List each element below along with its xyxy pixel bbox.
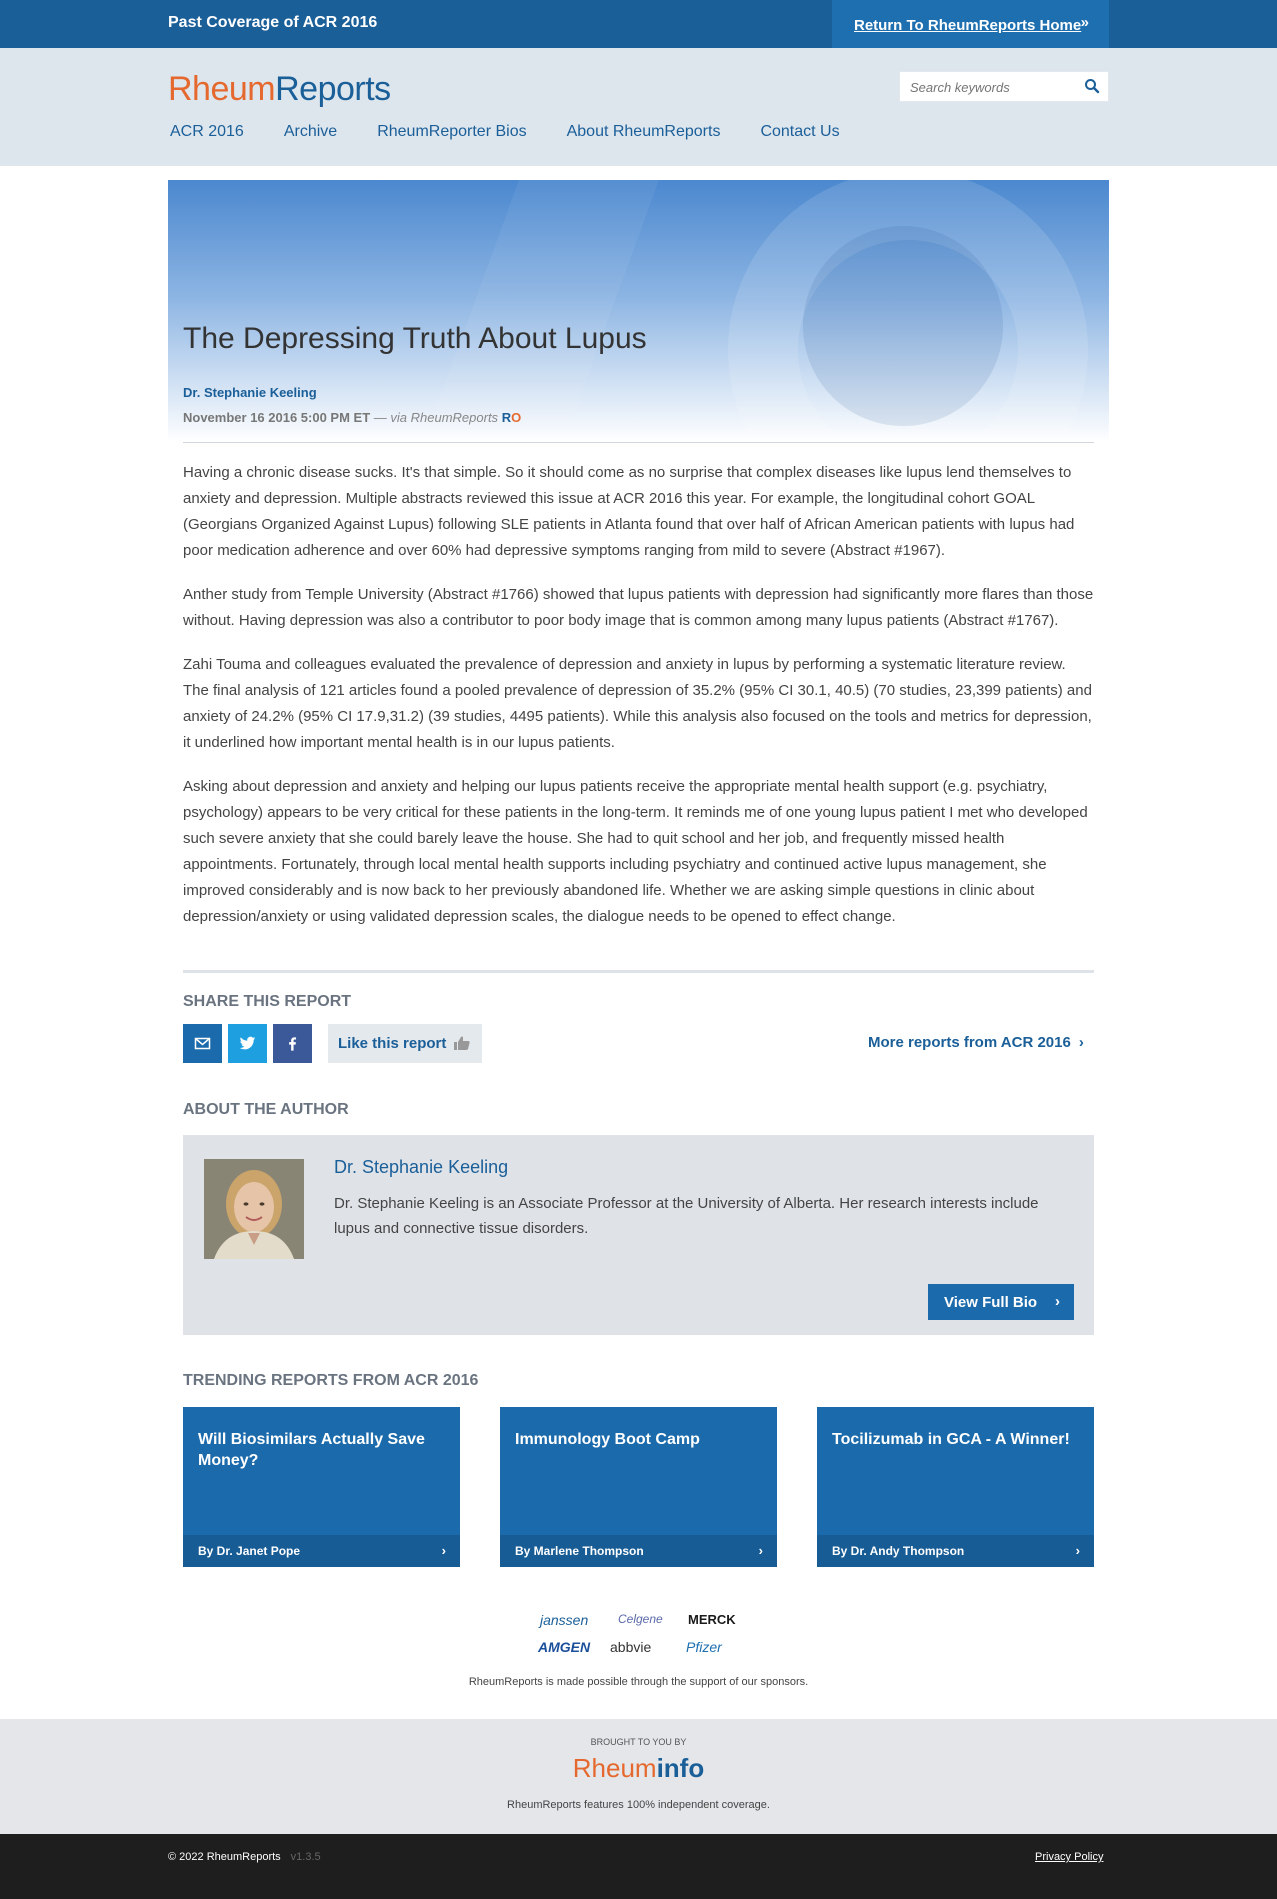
chevron-right-icon: › [758, 1543, 763, 1558]
like-label: Like this report [338, 1035, 447, 1052]
article-paragraph: Asking about depression and anxiety and … [183, 778, 1088, 925]
copyright-text: © 2022 RheumReports [168, 1851, 281, 1863]
article-paragraph: Anther study from Temple University (Abs… [183, 586, 1094, 629]
brought-by-label: BROUGHT TO YOU BY [590, 1737, 687, 1747]
twitter-share-button[interactable] [228, 1024, 267, 1063]
ro-badge-o: O [511, 410, 522, 425]
view-full-bio-label: View Full Bio [944, 1294, 1038, 1311]
rheuminfo-logo-part2: info [656, 1753, 705, 1783]
trending-card-author: By Dr. Janet Pope [198, 1544, 301, 1558]
article-title: The Depressing Truth About Lupus [183, 322, 647, 355]
article-author[interactable]: Dr. Stephanie Keeling [183, 385, 317, 400]
view-full-bio-button[interactable]: View Full Bio › [928, 1284, 1074, 1320]
facebook-share-button[interactable] [273, 1024, 312, 1063]
sponsor-note: RheumReports is made possible through th… [468, 1676, 809, 1688]
top-bar: Past Coverage of ACR 2016 Return To Rheu… [0, 0, 1277, 48]
trending-card-author: By Dr. Andy Thompson [832, 1544, 965, 1558]
thumbs-up-icon [454, 1036, 470, 1050]
trending-card-footer: By Marlene Thompson › [500, 1535, 777, 1567]
nav-item-bios[interactable]: RheumReporter Bios [377, 123, 526, 141]
brought-by-section: BROUGHT TO YOU BY Rheuminfo RheumReports… [0, 1719, 1277, 1834]
trending-card-footer: By Dr. Andy Thompson › [817, 1535, 1094, 1567]
logo-part-reports: Reports [275, 70, 391, 108]
envelope-icon [194, 1037, 211, 1050]
rheuminfo-logo-part1: Rheum [572, 1753, 657, 1783]
email-share-button[interactable] [183, 1024, 222, 1063]
version-label: v1.3.5 [290, 1851, 321, 1863]
divider [183, 970, 1094, 973]
rheuminfo-logo[interactable]: Rheuminfo [0, 1753, 1277, 1784]
sponsor-abbvie-logo: abbvie [610, 1639, 652, 1655]
trending-card[interactable]: Tocilizumab in GCA - A Winner! By Dr. An… [817, 1407, 1094, 1567]
main-nav: ACR 2016 Archive RheumReporter Bios Abou… [170, 123, 840, 141]
sponsor-pfizer-logo: Pfizer [686, 1639, 722, 1655]
author-card: Dr. Stephanie Keeling Dr. Stephanie Keel… [183, 1135, 1094, 1335]
privacy-policy-link[interactable]: Privacy Policy [1035, 1851, 1103, 1863]
article-body: Having a chronic disease sucks. It's tha… [183, 460, 1094, 948]
nav-item-contact[interactable]: Contact Us [760, 123, 839, 141]
sponsor-janssen-logo: janssen [540, 1612, 589, 1628]
nav-item-acr-2016[interactable]: ACR 2016 [170, 123, 244, 141]
double-chevron-right-icon: » [1080, 14, 1089, 31]
chevron-right-icon: › [1055, 1293, 1060, 1310]
nav-item-about[interactable]: About RheumReports [567, 123, 721, 141]
return-home-label: Return To RheumReports Home [854, 17, 1082, 34]
chevron-right-icon: › [1075, 1543, 1080, 1558]
article-meta: November 16 2016 5:00 PM ET — via RheumR… [183, 410, 521, 425]
site-header: RheumReports ACR 2016 Archive RheumRepor… [0, 48, 1277, 166]
article-date: November 16 2016 5:00 PM ET [183, 410, 371, 425]
article-paragraph: Having a chronic disease sucks. It's tha… [183, 464, 1075, 559]
sponsor-amgen-logo: AMGEN [538, 1639, 591, 1655]
trending-card[interactable]: Immunology Boot Camp By Marlene Thompson… [500, 1407, 777, 1567]
trending-card-title: Tocilizumab in GCA - A Winner! [832, 1431, 1070, 1448]
search-box [899, 71, 1109, 102]
sponsor-celgene-logo: Celgene [618, 1612, 663, 1626]
article-paragraph: Zahi Touma and colleagues evaluated the … [183, 656, 1092, 751]
hero-circle [803, 226, 1003, 426]
author-name[interactable]: Dr. Stephanie Keeling [334, 1157, 508, 1178]
more-reports-label: More reports from ACR 2016 [868, 1034, 1071, 1051]
chevron-right-icon: › [441, 1543, 446, 1558]
twitter-icon [239, 1036, 256, 1050]
sponsor-logos: janssen Celgene MERCK AMGEN abbvie Pfize… [530, 1607, 750, 1667]
article-via: — via RheumReports [373, 410, 499, 425]
divider [183, 442, 1094, 443]
top-bar-title: Past Coverage of ACR 2016 [168, 14, 378, 31]
trending-card-footer: By Dr. Janet Pope › [183, 1535, 460, 1567]
rheumreports-logo[interactable]: RheumReports [168, 70, 391, 109]
author-avatar [204, 1159, 304, 1259]
trending-heading: TRENDING REPORTS FROM ACR 2016 [183, 1372, 479, 1389]
logo-part-rheum: Rheum [168, 70, 276, 108]
trending-card-author: By Marlene Thompson [515, 1544, 644, 1558]
site-footer: © 2022 RheumReports v1.3.5 Privacy Policy [0, 1834, 1277, 1899]
copyright: © 2022 RheumReports v1.3.5 [168, 1851, 321, 1863]
search-input[interactable] [910, 78, 1075, 96]
about-author-heading: ABOUT THE AUTHOR [183, 1101, 349, 1118]
ro-badge-icon: RO [502, 410, 522, 425]
hero-decoration [409, 180, 667, 442]
chevron-right-icon: › [1078, 1034, 1084, 1051]
trending-cards: Will Biosimilars Actually Save Money? By… [183, 1407, 1094, 1567]
author-bio: Dr. Stephanie Keeling is an Associate Pr… [334, 1195, 1039, 1237]
facebook-icon [289, 1037, 297, 1051]
return-home-link[interactable]: Return To RheumReports Home » [832, 0, 1109, 48]
independent-coverage-note: RheumReports features 100% independent c… [507, 1799, 770, 1811]
share-heading: SHARE THIS REPORT [183, 993, 352, 1010]
like-report-button[interactable]: Like this report [328, 1024, 482, 1063]
more-reports-link[interactable]: More reports from ACR 2016 › [868, 1034, 1084, 1051]
trending-card-title: Will Biosimilars Actually Save Money? [198, 1431, 425, 1469]
ro-badge-r: R [501, 410, 512, 425]
nav-item-archive[interactable]: Archive [284, 123, 337, 141]
search-icon[interactable] [1084, 78, 1100, 94]
sponsor-merck-logo: MERCK [688, 1612, 736, 1627]
trending-card[interactable]: Will Biosimilars Actually Save Money? By… [183, 1407, 460, 1567]
article-hero: The Depressing Truth About Lupus Dr. Ste… [168, 180, 1109, 442]
trending-card-title: Immunology Boot Camp [515, 1431, 700, 1448]
